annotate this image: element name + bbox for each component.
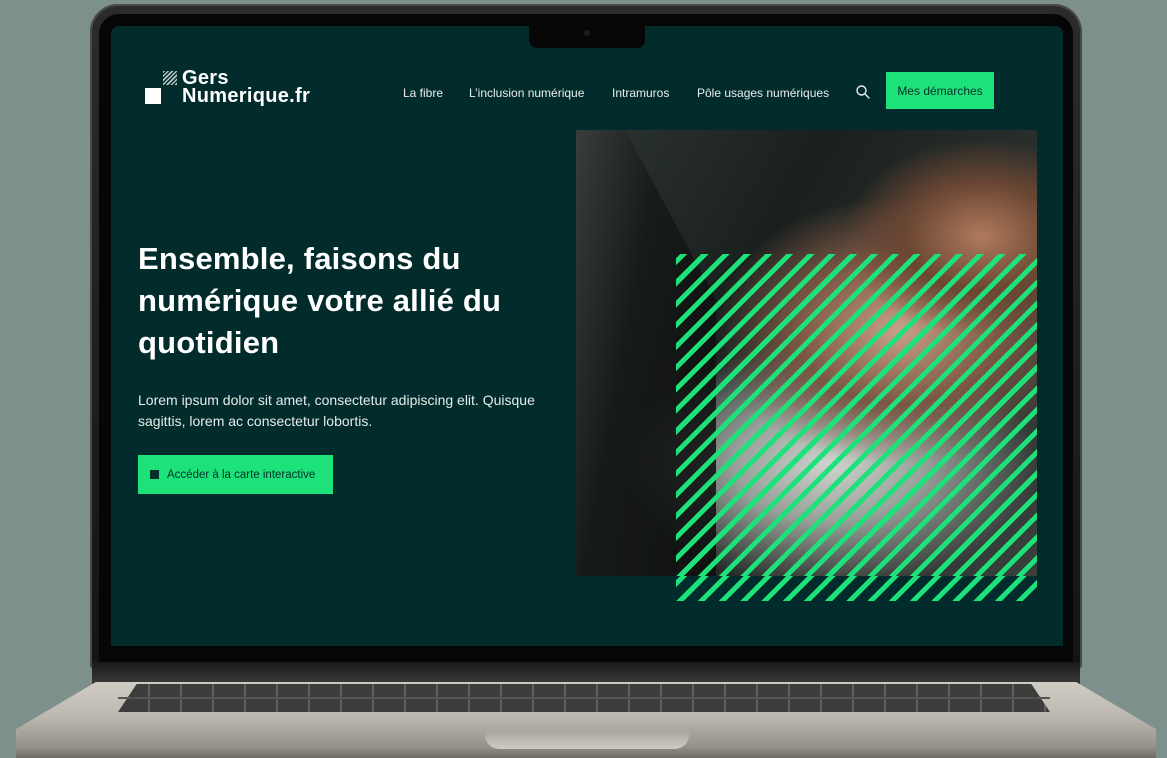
camera-icon: [584, 30, 590, 36]
search-icon[interactable]: [855, 84, 871, 100]
square-icon: [150, 470, 159, 479]
logo-square-mark: [145, 88, 161, 104]
nav-item-la-fibre[interactable]: La fibre: [403, 84, 443, 102]
logo-striped-mark: [163, 71, 177, 85]
logo-text-line2: Numerique.fr: [182, 85, 311, 107]
hero-lead: Lorem ipsum dolor sit amet, consectetur …: [138, 392, 535, 429]
laptop-hinge: [92, 662, 1080, 684]
nav-item-inclusion-numerique[interactable]: L’inclusion numérique: [469, 84, 584, 102]
hero-title: Ensemble, faisons du numérique votre all…: [138, 241, 502, 360]
interactive-map-button-label: Accéder à la carte interactive: [167, 468, 316, 481]
laptop-screen: Gers Numerique.fr La fibre L’inclusion n…: [111, 26, 1063, 646]
keyboard-row-divider: [118, 697, 1050, 699]
nav-item-pole-usages-numeriques[interactable]: Pôle usages numériques: [697, 84, 829, 102]
site-logo[interactable]: Gers Numerique.fr: [145, 68, 335, 108]
hero-striped-pattern-overflow: [676, 576, 1037, 601]
interactive-map-button[interactable]: Accéder à la carte interactive: [138, 455, 333, 494]
nav-item-intramuros[interactable]: Intramuros: [612, 84, 669, 102]
website: Gers Numerique.fr La fibre L’inclusion n…: [111, 26, 1063, 646]
hero-striped-pattern: [676, 254, 1037, 601]
mes-demarches-button[interactable]: Mes démarches: [886, 72, 994, 109]
laptop-front-notch: [485, 731, 689, 749]
